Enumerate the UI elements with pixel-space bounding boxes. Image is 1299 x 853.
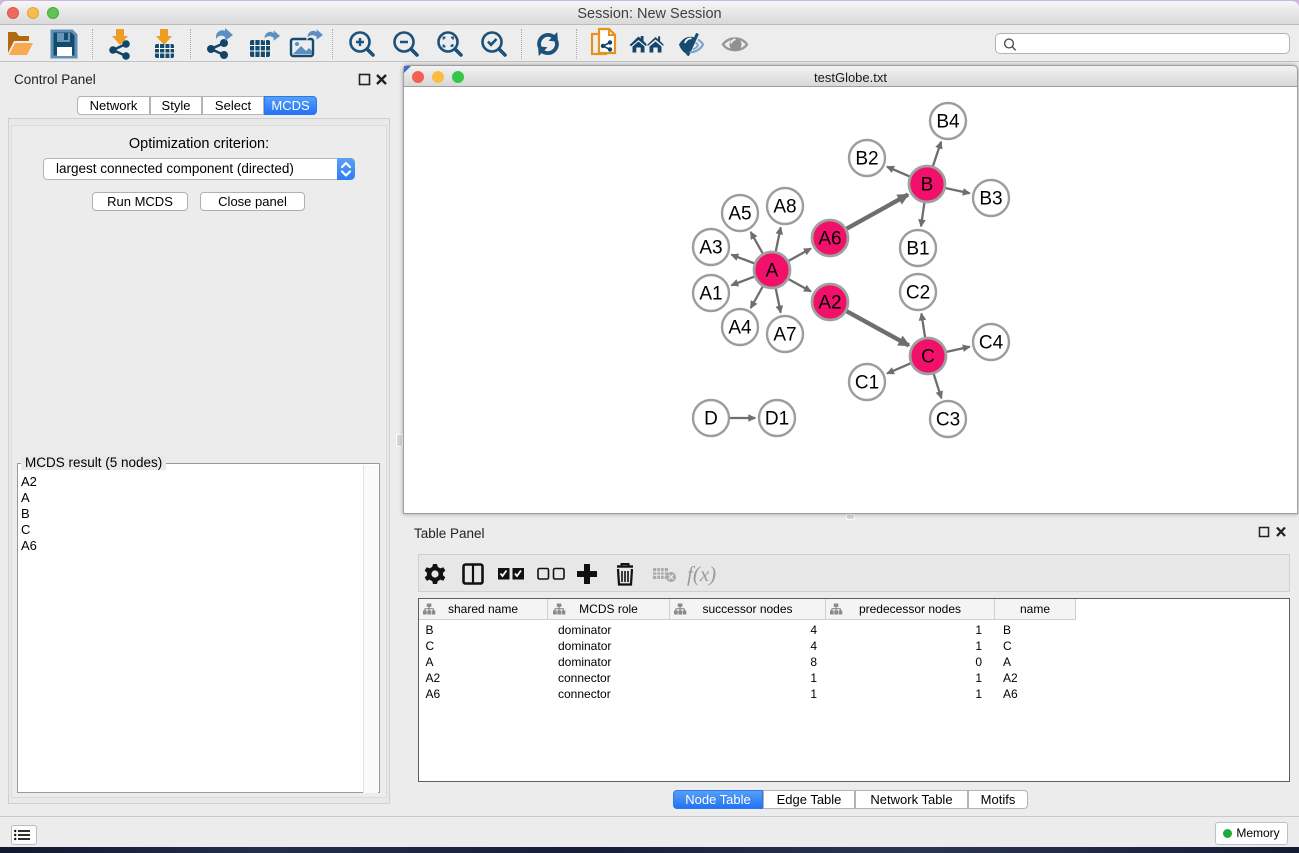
svg-text:C1: C1 <box>855 373 879 394</box>
svg-text:A4: A4 <box>728 318 752 339</box>
svg-text:C2: C2 <box>906 283 930 304</box>
svg-text:A6: A6 <box>818 229 841 250</box>
svg-text:D1: D1 <box>765 409 789 430</box>
svg-text:B2: B2 <box>855 149 878 170</box>
svg-text:C3: C3 <box>936 410 960 431</box>
svg-text:A1: A1 <box>699 284 722 305</box>
svg-text:A8: A8 <box>773 197 796 218</box>
svg-text:B1: B1 <box>906 239 929 260</box>
svg-text:f(x): f(x) <box>687 562 716 586</box>
svg-text:C4: C4 <box>979 333 1004 354</box>
svg-text:A2: A2 <box>818 293 841 314</box>
svg-text:B4: B4 <box>936 112 960 133</box>
svg-text:A7: A7 <box>773 325 796 346</box>
svg-text:D: D <box>704 409 718 430</box>
svg-text:A3: A3 <box>699 238 722 259</box>
svg-text:A5: A5 <box>728 204 751 225</box>
svg-text:C: C <box>921 347 935 368</box>
svg-text:B3: B3 <box>979 189 1002 210</box>
svg-text:A: A <box>766 261 779 282</box>
svg-text:B: B <box>921 175 934 196</box>
